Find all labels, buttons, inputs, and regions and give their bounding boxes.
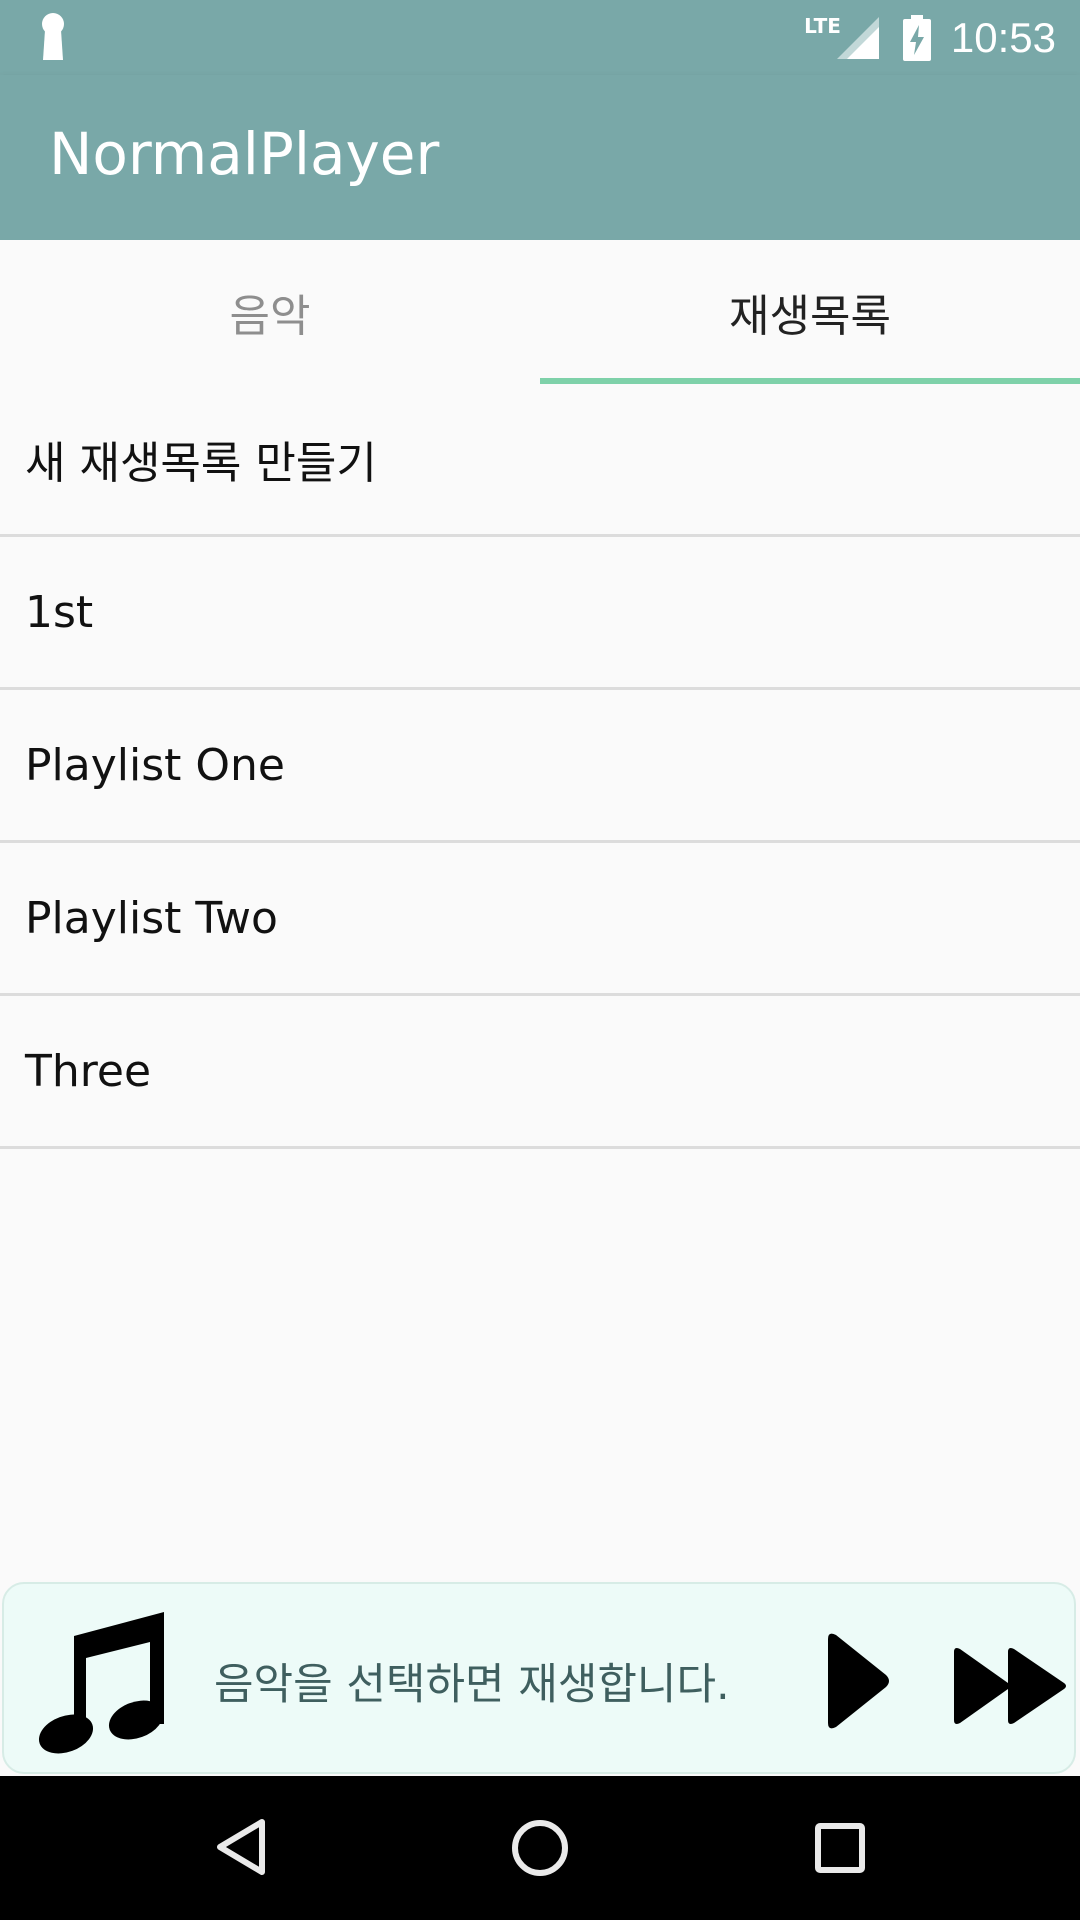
- signal-icon: [836, 16, 879, 59]
- fast-forward-icon[interactable]: [950, 1646, 1068, 1726]
- home-icon[interactable]: [510, 1818, 570, 1878]
- list-item-label: Playlist Two: [25, 892, 278, 944]
- status-bar: LTE 10:53: [0, 0, 1080, 75]
- status-icons: LTE 10:53: [804, 10, 1056, 65]
- play-icon[interactable]: [822, 1631, 892, 1731]
- back-icon[interactable]: [212, 1816, 270, 1878]
- screen: LTE 10:53 NormalPlayer 음악 재생목록 새 재생목록 만들…: [0, 0, 1080, 1920]
- playlist-item[interactable]: Playlist One: [0, 690, 1080, 843]
- new-playlist-item[interactable]: 새 재생목록 만들기: [0, 384, 1080, 537]
- network-label: LTE: [804, 14, 841, 38]
- recents-icon[interactable]: [814, 1822, 866, 1874]
- music-note-icon: [38, 1612, 164, 1754]
- tab-bar: 음악 재생목록: [0, 240, 1080, 384]
- list-item-label: 1st: [25, 586, 94, 638]
- player-message: 음악을 선택하면 재생합니다.: [214, 1660, 730, 1710]
- playlist-item[interactable]: 1st: [0, 537, 1080, 690]
- status-time: 10:53: [950, 13, 1056, 61]
- playlist-list: 새 재생목록 만들기 1st Playlist One Playlist Two…: [0, 384, 1080, 1149]
- list-item-label: Three: [25, 1045, 152, 1097]
- battery-charging-icon: [902, 14, 931, 61]
- app-title: NormalPlayer: [49, 120, 440, 188]
- mini-player[interactable]: 음악을 선택하면 재생합니다.: [2, 1582, 1076, 1774]
- tab-label: 음악: [229, 291, 311, 342]
- playlist-item[interactable]: Three: [0, 996, 1080, 1149]
- app-bar: NormalPlayer: [0, 75, 1080, 240]
- tab-playlists[interactable]: 재생목록: [540, 240, 1080, 384]
- keyhole-icon: [42, 13, 64, 60]
- list-item-label: Playlist One: [25, 739, 285, 791]
- playlist-item[interactable]: Playlist Two: [0, 843, 1080, 996]
- tab-label: 재생목록: [729, 291, 891, 342]
- list-item-label: 새 재생목록 만들기: [25, 438, 377, 489]
- navigation-bar: [0, 1776, 1080, 1920]
- tab-music[interactable]: 음악: [0, 240, 540, 384]
